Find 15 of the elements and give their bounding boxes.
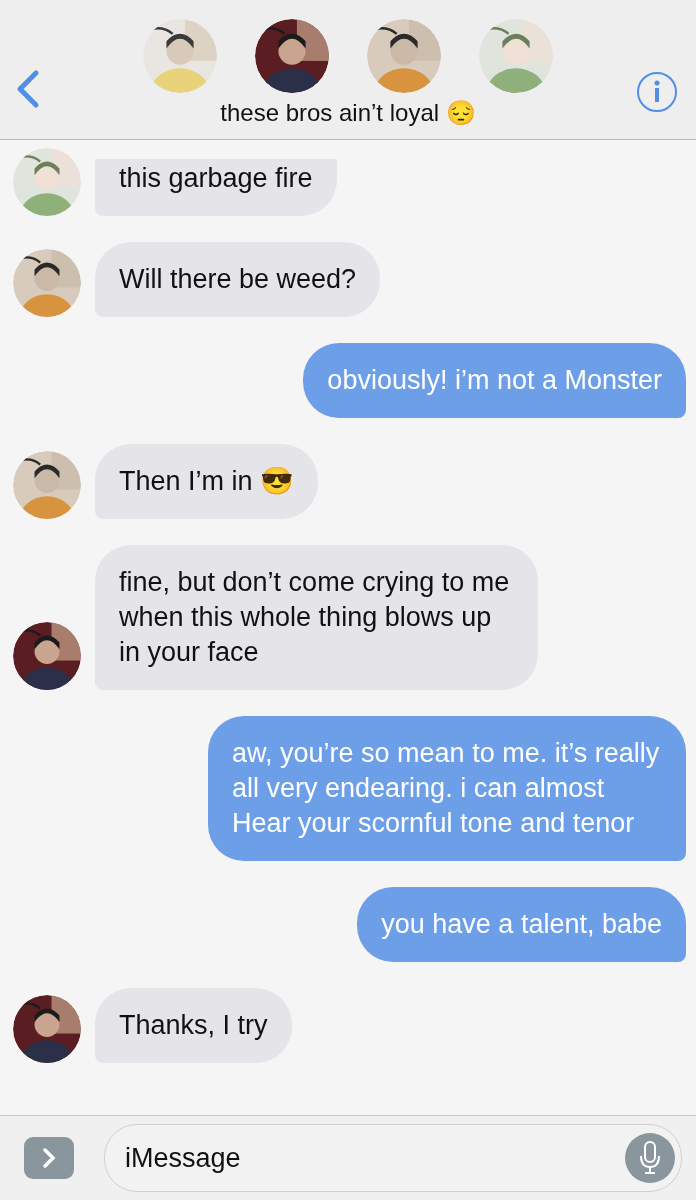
sent-message: aw, you’re so mean to me. it’s really all very endearing. i can almost Hear your scornful tone and tenor bbox=[208, 716, 686, 861]
conversation-title[interactable]: these bros ain’t loyal 😔 bbox=[220, 99, 476, 127]
chevron-right-icon bbox=[41, 1146, 57, 1170]
message-field[interactable]: iMessage bbox=[104, 1124, 682, 1192]
received-message: Will there be weed? bbox=[95, 242, 381, 317]
sent-message: obviously! i’m not a Monster bbox=[303, 343, 686, 418]
microphone-button[interactable] bbox=[625, 1133, 675, 1183]
microphone-icon bbox=[638, 1140, 662, 1176]
received-message: Then I’m in 😎 bbox=[95, 444, 319, 519]
received-message: Thanks, I try bbox=[95, 988, 292, 1063]
received-message: this garbage fire bbox=[95, 159, 337, 216]
sent-message: you have a talent, babe bbox=[357, 887, 686, 962]
info-icon[interactable] bbox=[636, 71, 678, 113]
received-message: fine, but don’t come crying to me when this whole thing blows up in your face bbox=[95, 545, 538, 690]
apps-button[interactable] bbox=[24, 1137, 74, 1179]
